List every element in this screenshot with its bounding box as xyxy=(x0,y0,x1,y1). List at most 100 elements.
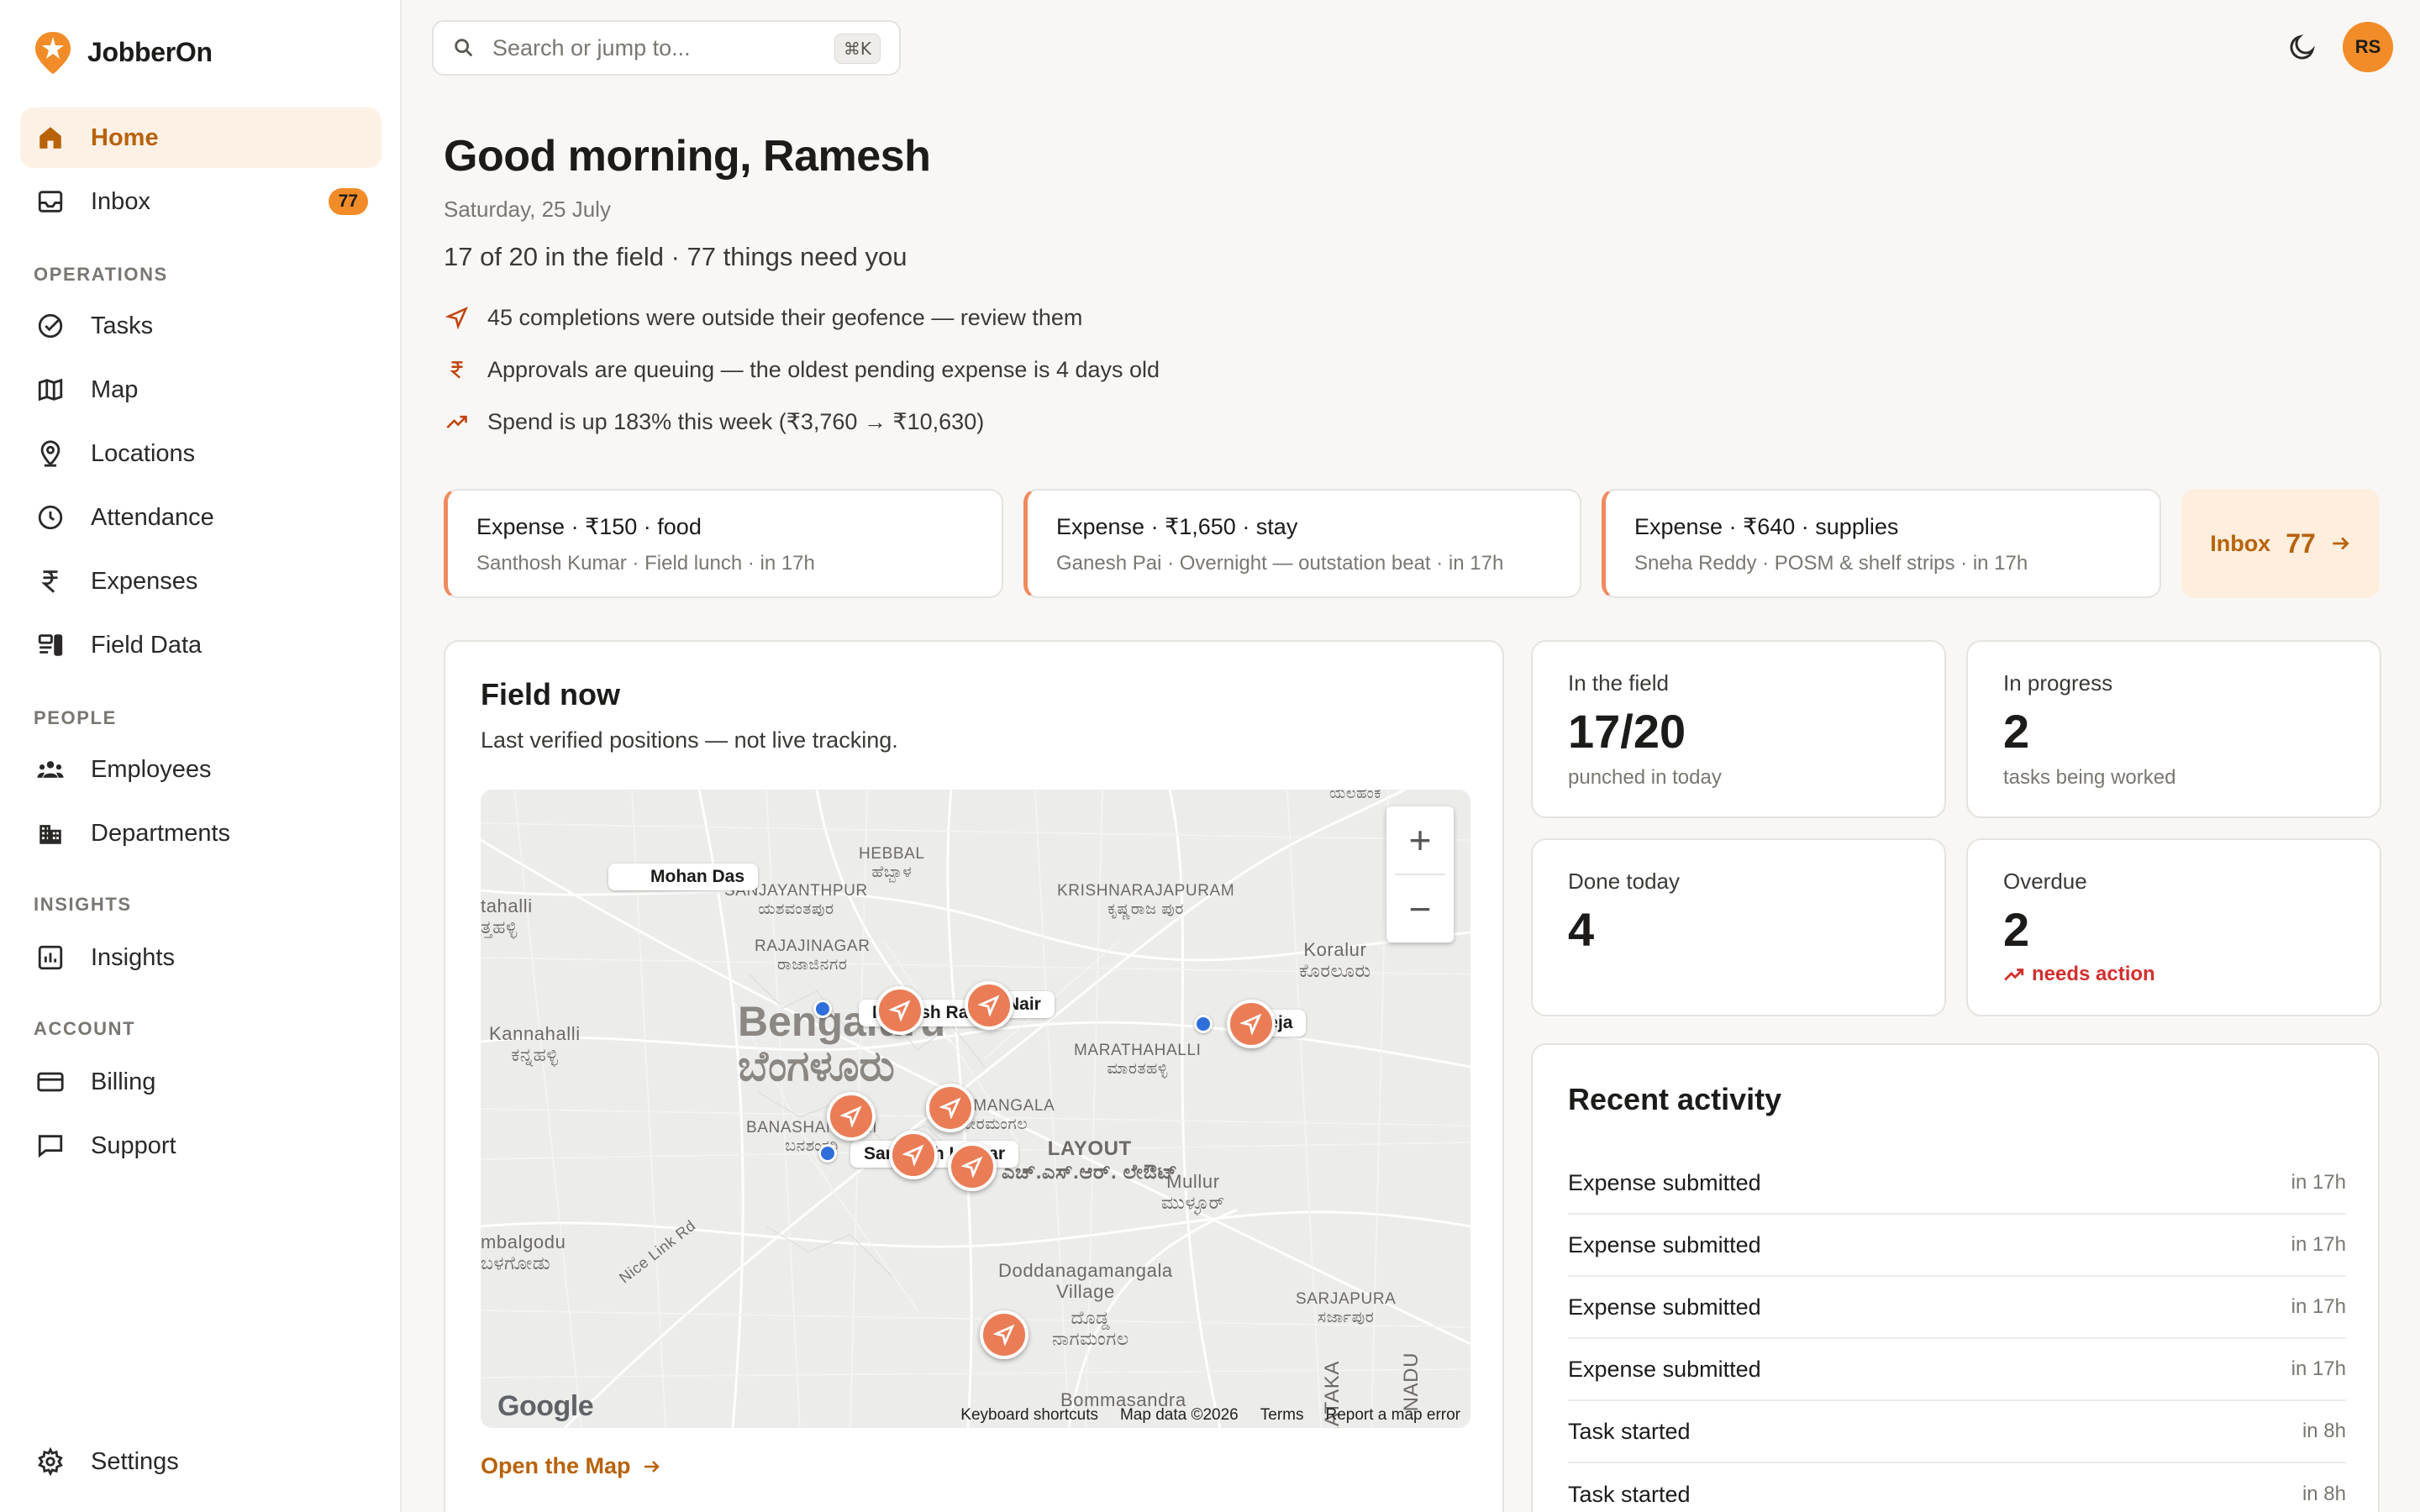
open-map-link[interactable]: Open the Map xyxy=(481,1453,661,1479)
insight-approvals[interactable]: Approvals are queuing — the oldest pendi… xyxy=(444,356,1160,383)
insight-spend[interactable]: Spend is up 183% this week (₹3,760 → ₹10… xyxy=(444,408,984,435)
zoom-in-button[interactable]: + xyxy=(1386,806,1454,874)
google-logo[interactable]: Google xyxy=(497,1390,594,1423)
sidebar-item-expenses[interactable]: Expenses xyxy=(20,551,381,612)
expense-card[interactable]: Expense · ₹640 · supplies Sneha Reddy · … xyxy=(1602,489,2161,598)
sidebar-item-map[interactable]: Map xyxy=(20,360,381,420)
check-circle-icon xyxy=(35,311,66,341)
task-pin[interactable] xyxy=(965,981,1013,1030)
sidebar-item-label: Support xyxy=(91,1131,176,1159)
map-zoom-control: + − xyxy=(1386,806,1454,942)
sidebar-item-support[interactable]: Support xyxy=(20,1116,381,1176)
search-bar[interactable]: Search or jump to... ⌘K xyxy=(432,20,901,76)
task-pin[interactable] xyxy=(1227,1000,1276,1048)
sidebar-item-home[interactable]: Home xyxy=(20,108,381,168)
inbox-card-label: Inbox xyxy=(2210,530,2271,556)
sidebar-item-label: Field Data xyxy=(91,631,203,659)
expense-card[interactable]: Expense · ₹150 · food Santhosh Kumar · F… xyxy=(444,489,1003,598)
sidebar-item-attendance[interactable]: Attendance xyxy=(20,487,381,548)
field-now-title: Field now xyxy=(481,677,620,711)
map-place-koralur: Koralur ಕೊರಲೂರು xyxy=(1299,939,1371,982)
stat-in-progress[interactable]: In progress 2 tasks being worked xyxy=(1966,640,2381,818)
activity-text: Expense submitted xyxy=(1568,1294,1761,1320)
stat-value: 17/20 xyxy=(1568,705,1686,758)
employee-map-label-mohan[interactable]: Mohan Das xyxy=(608,864,759,890)
employee-location-dot[interactable] xyxy=(1194,1015,1213,1033)
stat-overdue[interactable]: Overdue 2 needs action xyxy=(1966,838,2381,1016)
task-pin[interactable] xyxy=(876,986,924,1035)
stat-done-today[interactable]: Done today 4 xyxy=(1531,838,1946,1016)
task-pin[interactable] xyxy=(926,1084,975,1132)
activity-row[interactable]: Expense submitted in 17h xyxy=(1568,1339,2346,1401)
map-place-rajajinagar: RAJAJINAGAR ರಾಜಾಜಿನಗರ xyxy=(755,937,871,974)
navigation-arrow-icon xyxy=(444,304,471,331)
activity-row[interactable]: Task started in 8h xyxy=(1568,1401,2346,1463)
chat-icon xyxy=(35,1131,66,1161)
sidebar-item-inbox[interactable]: Inbox 77 xyxy=(20,171,381,232)
task-pin[interactable] xyxy=(889,1131,938,1179)
expense-card[interactable]: Expense · ₹1,650 · stay Ganesh Pai · Ove… xyxy=(1023,489,1581,598)
activity-time: in 8h xyxy=(2302,1483,2346,1505)
task-pin[interactable] xyxy=(980,1310,1028,1359)
employee-location-dot[interactable] xyxy=(818,1144,837,1163)
activity-row[interactable]: Expense submitted in 17h xyxy=(1568,1277,2346,1339)
inbox-shortcut-card[interactable]: Inbox 77 xyxy=(2181,489,2380,598)
sidebar-item-billing[interactable]: Billing xyxy=(20,1052,381,1112)
insight-geofence[interactable]: 45 completions were outside their geofen… xyxy=(444,304,1082,331)
zoom-out-button[interactable]: − xyxy=(1386,875,1454,942)
activity-time: in 8h xyxy=(2302,1420,2346,1442)
inbox-icon xyxy=(35,186,66,217)
sidebar-item-label: Inbox xyxy=(91,187,150,215)
task-pin[interactable] xyxy=(948,1142,997,1191)
employee-location-dot[interactable] xyxy=(813,1000,832,1018)
stat-subtext: tasks being worked xyxy=(2003,766,2176,789)
navigation-arrow-icon xyxy=(993,1324,1015,1346)
field-map[interactable]: HEBBAL ಹೆಬ್ಬಾಳ SANJAYANTHPUR ಯಶವಂತಪುರ RAJA… xyxy=(481,790,1470,1428)
sidebar-item-field-data[interactable]: Field Data xyxy=(20,615,381,675)
sidebar-item-tasks[interactable]: Tasks xyxy=(20,296,381,356)
inbox-card-count: 77 xyxy=(2286,528,2316,559)
sidebar-item-insights[interactable]: Insights xyxy=(20,927,381,988)
sidebar-item-settings[interactable]: Settings xyxy=(20,1431,381,1492)
sidebar-item-label: Departments xyxy=(91,819,231,847)
map-place-kannahalli: Kannahalli ಕನ್ನಹಳ್ಳಿ xyxy=(489,1023,581,1066)
sidebar-item-label: Attendance xyxy=(91,503,214,531)
activity-row[interactable]: Expense submitted in 17h xyxy=(1568,1152,2346,1215)
activity-row[interactable]: Task started in 8h xyxy=(1568,1463,2346,1512)
sidebar-item-departments[interactable]: Departments xyxy=(20,803,381,864)
sidebar-item-label: Map xyxy=(91,375,139,403)
map-report-error-link[interactable]: Report a map error xyxy=(1325,1406,1460,1425)
task-pin[interactable] xyxy=(827,1092,876,1141)
field-now-subtitle: Last verified positions — not live track… xyxy=(481,727,898,753)
activity-text: Task started xyxy=(1568,1481,1691,1507)
home-icon xyxy=(35,123,66,153)
map-keyboard-shortcuts-link[interactable]: Keyboard shortcuts xyxy=(960,1406,1098,1425)
jobberon-logo-icon xyxy=(35,32,71,74)
theme-toggle-button[interactable] xyxy=(2284,29,2321,66)
arrow-right-icon xyxy=(644,1460,660,1473)
user-avatar[interactable]: RS xyxy=(2343,22,2393,72)
map-data-credit: Map data ©2026 xyxy=(1119,1406,1239,1424)
map-terms-link[interactable]: Terms xyxy=(1260,1406,1304,1425)
brand[interactable]: JobberOn xyxy=(34,30,213,74)
stat-in-the-field[interactable]: In the field 17/20 punched in today xyxy=(1531,640,1946,818)
activity-row[interactable]: Expense submitted in 17h xyxy=(1568,1215,2346,1277)
stat-label: In progress xyxy=(2003,670,2113,696)
search-icon xyxy=(455,39,473,57)
navigation-arrow-icon xyxy=(889,1000,911,1021)
inbox-count-badge: 77 xyxy=(328,188,368,215)
sidebar-item-locations[interactable]: Locations xyxy=(20,423,381,484)
section-people: PEOPLE xyxy=(34,707,117,728)
map-place-doddanagamangala-kn: ದೊಡ್ಡ ನಾಗಮಂಗಲ xyxy=(1052,1307,1129,1350)
search-input[interactable]: Search or jump to... xyxy=(492,35,691,61)
activity-text: Expense submitted xyxy=(1568,1231,1761,1257)
stat-subtext: punched in today xyxy=(1568,766,1722,789)
expense-subtitle: Ganesh Pai · Overnight — outstation beat… xyxy=(1056,552,1504,575)
sidebar-item-employees[interactable]: Employees xyxy=(20,739,381,800)
insight-text: Approvals are queuing — the oldest pendi… xyxy=(487,356,1160,382)
sidebar-item-label: Tasks xyxy=(91,312,154,339)
stat-value: 2 xyxy=(2003,705,2030,758)
navigation-arrow-icon xyxy=(1240,1013,1262,1035)
trending-up-icon xyxy=(2004,969,2024,981)
activity-text: Task started xyxy=(1568,1418,1691,1444)
